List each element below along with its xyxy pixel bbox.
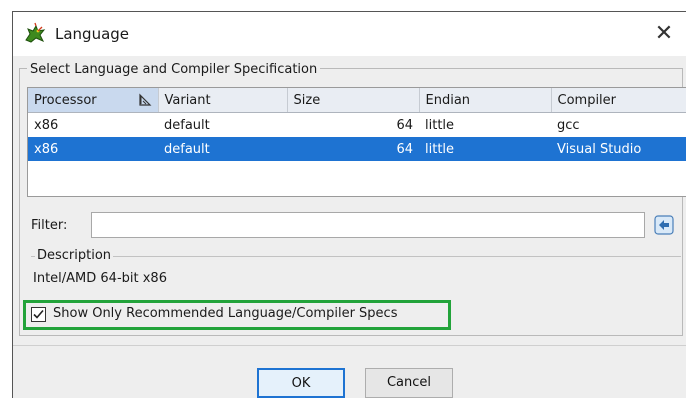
column-header-endian[interactable]: Endian — [419, 88, 552, 113]
dragon-icon — [23, 22, 47, 46]
filter-input[interactable] — [91, 212, 645, 238]
title-bar: Language ✕ — [13, 12, 686, 56]
clear-filter-icon[interactable] — [653, 214, 675, 236]
cell-endian: little — [425, 117, 455, 133]
table-row[interactable]: x86 default 64 little gcc — [28, 113, 686, 138]
cancel-button[interactable]: Cancel — [365, 368, 453, 398]
ok-button[interactable]: OK — [257, 368, 345, 398]
column-header-processor[interactable]: Processor — [28, 88, 159, 113]
description-divider — [31, 256, 681, 257]
language-dialog: Language ✕ Select Language and Compiler … — [12, 11, 686, 398]
column-header-size[interactable]: Size — [287, 88, 420, 113]
filter-label: Filter: — [31, 218, 68, 233]
table-row-selected[interactable]: x86 default 64 little Visual Studio — [28, 137, 686, 161]
column-header-variant[interactable]: Variant — [158, 88, 288, 113]
button-separator — [13, 345, 686, 346]
spec-group-title: Select Language and Compiler Specificati… — [27, 62, 321, 77]
window-title: Language — [55, 25, 130, 43]
spec-table[interactable]: Processor Variant Size Endian Compiler x… — [27, 87, 686, 197]
cell-processor: x86 — [28, 137, 158, 161]
column-header-compiler[interactable]: Compiler — [551, 88, 686, 113]
checkmark-icon — [33, 309, 44, 319]
sort-icon — [138, 93, 152, 107]
cell-size: 64 — [396, 117, 413, 133]
cell-endian: little — [419, 137, 551, 161]
cell-variant: default — [164, 117, 210, 133]
cell-processor: x86 — [34, 117, 59, 133]
recommended-label[interactable]: Show Only Recommended Language/Compiler … — [53, 306, 397, 321]
description-text: Intel/AMD 64-bit x86 — [33, 271, 167, 286]
cell-size: 64 — [287, 137, 419, 161]
description-title: Description — [35, 248, 114, 263]
recommended-checkbox[interactable] — [31, 307, 46, 322]
table-header-row: Processor Variant Size Endian Compiler — [28, 88, 686, 113]
cell-compiler: gcc — [557, 117, 580, 133]
cell-compiler: Visual Studio — [551, 137, 686, 161]
close-icon[interactable]: ✕ — [648, 18, 680, 50]
cell-variant: default — [158, 137, 287, 161]
